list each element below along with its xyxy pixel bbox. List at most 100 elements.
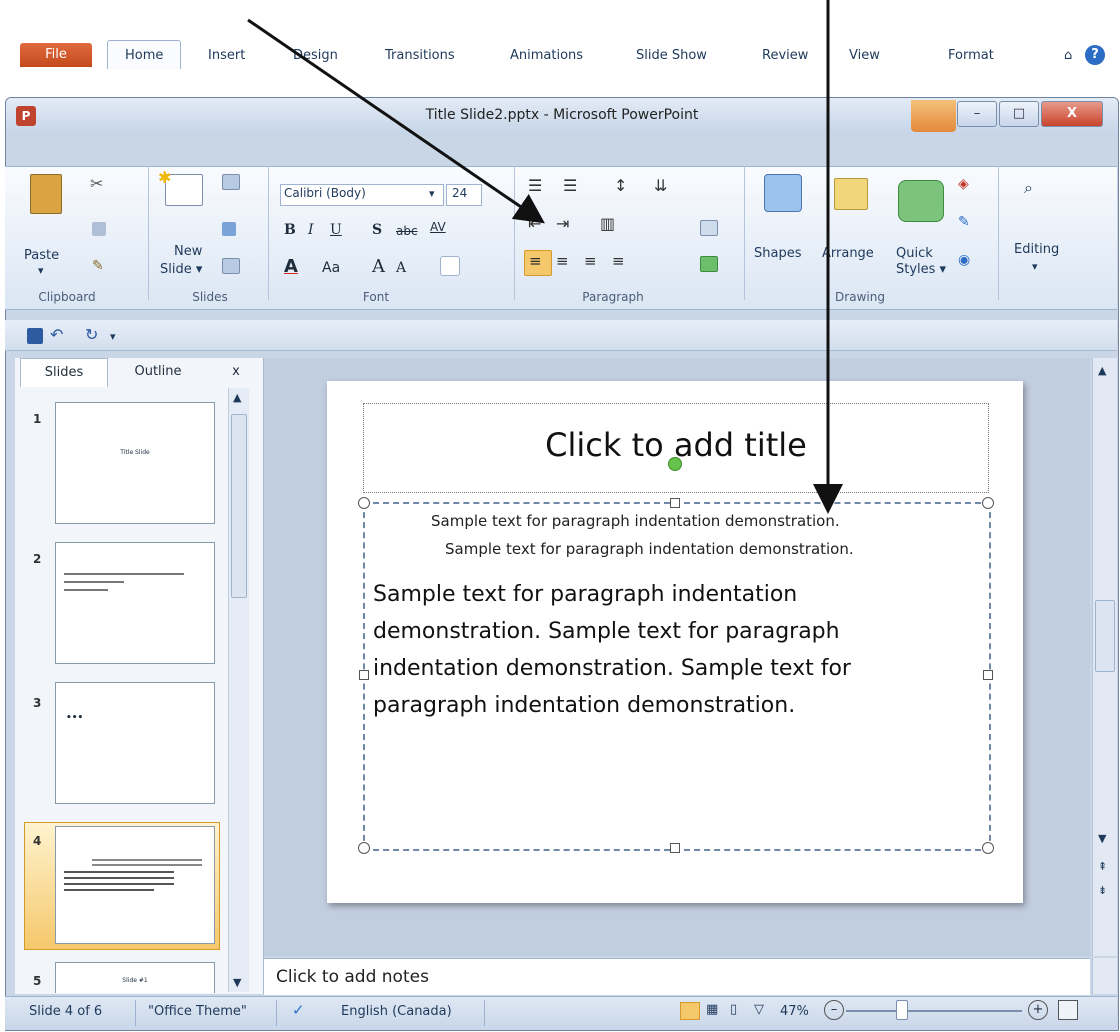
- decrease-indent-icon[interactable]: ⇤: [528, 214, 541, 233]
- section-icon[interactable]: [222, 258, 240, 274]
- resize-handle[interactable]: [982, 842, 994, 854]
- help-icon[interactable]: ?: [1085, 45, 1105, 65]
- align-text-icon[interactable]: [700, 220, 718, 236]
- language-indicator[interactable]: English (Canada): [341, 1004, 452, 1019]
- layout-icon[interactable]: [222, 174, 240, 190]
- line-spacing-icon[interactable]: ↕: [614, 176, 627, 195]
- shape-fill-icon[interactable]: ◈: [958, 176, 969, 192]
- font-name-dropdown-icon[interactable]: ▾: [429, 187, 435, 200]
- close-pane-icon[interactable]: x: [224, 358, 248, 386]
- tab-transitions[interactable]: Transitions: [385, 48, 455, 63]
- shapes-icon[interactable]: [764, 174, 802, 212]
- font-name-box[interactable]: Calibri (Body) ▾: [280, 184, 444, 206]
- editing-group[interactable]: ⌕ Editing ▾: [1008, 174, 1064, 286]
- copy-icon[interactable]: [92, 222, 106, 236]
- pane-scroll-thumb[interactable]: [231, 414, 247, 598]
- reset-icon[interactable]: [222, 222, 236, 236]
- italic-button[interactable]: I: [308, 222, 314, 238]
- cut-icon[interactable]: ✂: [90, 174, 103, 193]
- tab-insert[interactable]: Insert: [208, 48, 245, 63]
- quick-styles-label[interactable]: Quick: [896, 246, 933, 261]
- smartart-icon[interactable]: [700, 256, 718, 272]
- editing-button[interactable]: Editing: [1014, 242, 1059, 257]
- previous-slide-icon[interactable]: ⇞: [1098, 860, 1107, 873]
- resize-handle[interactable]: [358, 497, 370, 509]
- slide-thumbnail-4[interactable]: [55, 826, 215, 944]
- pane-scroll-down-icon[interactable]: ▼: [233, 976, 241, 989]
- zoom-out-button[interactable]: –: [824, 1000, 844, 1020]
- paste-icon[interactable]: [30, 174, 62, 214]
- tab-slides[interactable]: Slides: [20, 358, 108, 387]
- font-size-box[interactable]: 24: [446, 184, 482, 206]
- slide-show-icon[interactable]: ▽: [754, 1002, 764, 1017]
- undo-icon[interactable]: ↶: [50, 325, 63, 344]
- title-placeholder[interactable]: Click to add title: [363, 403, 989, 493]
- shapes-button[interactable]: Shapes: [754, 246, 801, 261]
- tab-animations[interactable]: Animations: [510, 48, 583, 63]
- normal-view-icon[interactable]: [680, 1002, 700, 1020]
- next-slide-icon[interactable]: ⇟: [1098, 884, 1107, 897]
- quick-styles-icon[interactable]: [898, 180, 944, 222]
- arrange-icon[interactable]: [834, 178, 868, 210]
- zoom-in-button[interactable]: +: [1028, 1000, 1048, 1020]
- close-button[interactable]: X: [1041, 101, 1103, 127]
- maximize-button[interactable]: □: [999, 101, 1039, 127]
- minimize-button[interactable]: –: [957, 101, 997, 127]
- scroll-up-icon[interactable]: ▲: [1098, 364, 1106, 377]
- notes-scrollbar[interactable]: [1092, 958, 1117, 994]
- paste-button[interactable]: Paste: [24, 248, 59, 263]
- slide-thumbnail-1[interactable]: Title Slide: [55, 402, 215, 524]
- numbering-icon[interactable]: ☰: [563, 176, 577, 195]
- pane-scroll-up-icon[interactable]: ▲: [233, 391, 241, 404]
- redo-icon[interactable]: ↻: [85, 325, 98, 344]
- format-painter-icon[interactable]: ✎: [92, 258, 104, 274]
- shadow-button[interactable]: S: [372, 222, 382, 238]
- theme-name[interactable]: "Office Theme": [148, 1004, 247, 1019]
- grow-font-button[interactable]: A: [372, 256, 385, 277]
- increase-indent-icon[interactable]: ⇥: [556, 214, 569, 233]
- resize-handle[interactable]: [359, 670, 369, 680]
- slide-thumbnail-2[interactable]: [55, 542, 215, 664]
- tab-outline[interactable]: Outline: [112, 358, 204, 386]
- arrange-button[interactable]: Arrange: [822, 246, 874, 261]
- resize-handle[interactable]: [670, 498, 680, 508]
- tab-file[interactable]: File: [20, 43, 92, 67]
- underline-button[interactable]: U: [330, 222, 342, 238]
- new-slide-label[interactable]: New: [174, 244, 202, 259]
- center-icon[interactable]: ≡: [556, 252, 569, 270]
- resize-handle[interactable]: [983, 670, 993, 680]
- columns-icon[interactable]: ▥: [600, 214, 615, 233]
- zoom-slider-track[interactable]: [846, 1010, 1022, 1012]
- bold-button[interactable]: B: [284, 222, 296, 238]
- clear-formatting-icon[interactable]: [440, 256, 460, 276]
- zoom-slider-thumb[interactable]: [896, 1000, 908, 1020]
- content-placeholder[interactable]: Sample text for paragraph indentation de…: [363, 502, 991, 851]
- customize-qat-icon[interactable]: ▾: [110, 330, 116, 343]
- tab-format[interactable]: Format: [948, 48, 994, 63]
- rotate-handle[interactable]: [668, 457, 682, 471]
- reading-view-icon[interactable]: ▯: [730, 1002, 737, 1017]
- minimize-ribbon-icon[interactable]: ⌂: [1064, 48, 1072, 63]
- new-slide-dropdown[interactable]: Slide ▾: [160, 262, 202, 277]
- tab-review[interactable]: Review: [762, 48, 808, 63]
- resize-handle[interactable]: [358, 842, 370, 854]
- slide-thumbnail-5[interactable]: Slide #1: [55, 962, 215, 993]
- slide-sorter-icon[interactable]: ▦: [706, 1002, 718, 1017]
- bullets-icon[interactable]: ☰: [528, 176, 542, 195]
- tab-view[interactable]: View: [849, 48, 880, 63]
- quick-styles-dropdown[interactable]: Styles ▾: [896, 262, 946, 277]
- resize-handle[interactable]: [670, 843, 680, 853]
- shape-outline-icon[interactable]: ✎: [958, 214, 970, 230]
- justify-icon[interactable]: ≡: [612, 252, 625, 270]
- text-direction-icon[interactable]: ⇊: [654, 176, 667, 195]
- align-right-icon[interactable]: ≡: [584, 252, 597, 270]
- tab-design[interactable]: Design: [293, 48, 338, 63]
- shrink-font-button[interactable]: A: [396, 260, 406, 276]
- zoom-level[interactable]: 47%: [780, 1004, 809, 1019]
- scroll-down-icon[interactable]: ▼: [1098, 832, 1106, 845]
- tab-home[interactable]: Home: [125, 48, 163, 63]
- tab-slide-show[interactable]: Slide Show: [636, 48, 707, 63]
- slide-thumbnail-3[interactable]: •••: [55, 682, 215, 804]
- paste-dropdown-icon[interactable]: ▾: [38, 264, 44, 277]
- save-icon[interactable]: [27, 328, 43, 344]
